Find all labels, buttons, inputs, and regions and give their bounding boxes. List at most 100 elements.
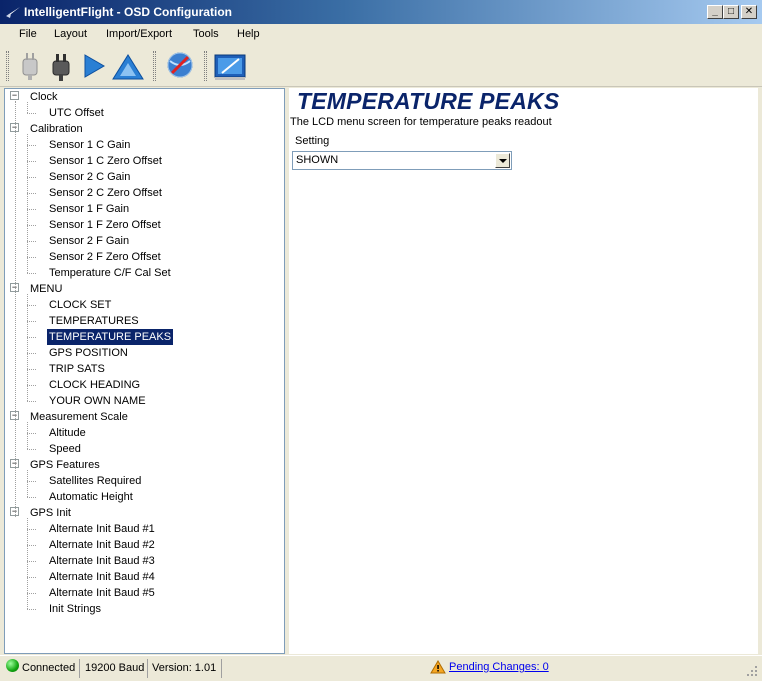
tree-connector bbox=[27, 102, 28, 113]
tree-connector bbox=[27, 422, 28, 449]
resize-grip-icon[interactable] bbox=[746, 665, 758, 677]
tree-connector bbox=[27, 225, 36, 226]
tree-item-label[interactable]: Alternate Init Baud #5 bbox=[47, 585, 157, 601]
tree-item-label[interactable]: YOUR OWN NAME bbox=[47, 393, 148, 409]
tree-item-label[interactable]: Sensor 1 F Zero Offset bbox=[47, 217, 163, 233]
tree-item-label[interactable]: Altitude bbox=[47, 425, 88, 441]
tree-connector bbox=[27, 529, 36, 530]
status-baud: 19200 Baud bbox=[85, 659, 148, 678]
menu-tools[interactable]: Tools bbox=[193, 28, 219, 40]
toolbar-grip-3[interactable] bbox=[204, 51, 207, 81]
tree-item-label[interactable]: CLOCK SET bbox=[47, 297, 113, 313]
tree-connector bbox=[27, 294, 28, 401]
tree-connector bbox=[27, 481, 36, 482]
tree-connector bbox=[27, 577, 36, 578]
tree-item-label[interactable]: Init Strings bbox=[47, 601, 103, 617]
maximize-button[interactable]: □ bbox=[723, 5, 739, 19]
tree-connector bbox=[27, 305, 36, 306]
page-title: TEMPERATURE PEAKS bbox=[297, 88, 560, 114]
tree-item-label[interactable]: Alternate Init Baud #1 bbox=[47, 521, 157, 537]
setting-select-value: SHOWN bbox=[296, 154, 339, 166]
tree-connector bbox=[27, 593, 36, 594]
tree-connector bbox=[27, 385, 36, 386]
tree-item-label[interactable]: Sensor 2 C Zero Offset bbox=[47, 185, 164, 201]
settings-tree[interactable]: − Clock UTC Offset − Calibration Sensor 1 C G… bbox=[4, 88, 285, 654]
tree-item-label[interactable]: Sensor 2 F Gain bbox=[47, 233, 131, 249]
tree-root-connector bbox=[15, 101, 16, 517]
status-bar: Connected 19200 Baud Version: 1.01 bbox=[0, 655, 762, 681]
collapse-icon[interactable]: − bbox=[10, 91, 19, 100]
tree-connector bbox=[27, 321, 36, 322]
tree-group-label[interactable]: Measurement Scale bbox=[28, 409, 130, 425]
tree-connector bbox=[27, 497, 36, 498]
tree-item-label[interactable]: Alternate Init Baud #4 bbox=[47, 569, 157, 585]
tree-connector bbox=[27, 433, 36, 434]
tree-group-label[interactable]: MENU bbox=[28, 281, 64, 297]
window-title: IntelligentFlight - OSD Configuration bbox=[24, 5, 232, 19]
tree-item-label[interactable]: GPS POSITION bbox=[47, 345, 130, 361]
display-pen-icon[interactable] bbox=[212, 49, 248, 83]
status-connection: Connected bbox=[22, 659, 80, 678]
tree-item-label[interactable]: CLOCK HEADING bbox=[47, 377, 142, 393]
globe-search-icon[interactable] bbox=[162, 49, 198, 83]
tree-connector bbox=[27, 369, 36, 370]
tree-connector bbox=[27, 273, 36, 274]
minimize-button[interactable]: _ bbox=[707, 5, 723, 19]
close-button[interactable]: ✕ bbox=[741, 5, 757, 19]
menu-layout[interactable]: Layout bbox=[54, 28, 87, 40]
tree-connector bbox=[27, 193, 36, 194]
tree-item-label[interactable]: Temperature C/F Cal Set bbox=[47, 265, 173, 281]
pending-changes-link[interactable]: Pending Changes: 0 bbox=[449, 661, 549, 673]
tree-item-label[interactable]: Satellites Required bbox=[47, 473, 143, 489]
tree-group-label[interactable]: GPS Features bbox=[28, 457, 102, 473]
tree-item-label[interactable]: Automatic Height bbox=[47, 489, 135, 505]
menu-help[interactable]: Help bbox=[237, 28, 260, 40]
tree-connector bbox=[27, 241, 36, 242]
tree-item-label[interactable]: Sensor 2 C Gain bbox=[47, 169, 132, 185]
status-version: Version: 1.01 bbox=[152, 659, 222, 678]
send-arrow-icon[interactable] bbox=[76, 49, 112, 83]
toolbar bbox=[0, 45, 762, 87]
tree-item-label[interactable]: Alternate Init Baud #3 bbox=[47, 553, 157, 569]
tree-group-label[interactable]: Calibration bbox=[28, 121, 85, 137]
tree-connector bbox=[27, 161, 36, 162]
tree-item-label[interactable]: Speed bbox=[47, 441, 83, 457]
disconnect-plug-icon[interactable] bbox=[12, 49, 48, 83]
tree-group-label[interactable]: GPS Init bbox=[28, 505, 73, 521]
tree-item-label[interactable]: Sensor 1 F Gain bbox=[47, 201, 131, 217]
chevron-down-icon[interactable] bbox=[495, 153, 510, 168]
tree-connector bbox=[27, 449, 36, 450]
setting-select[interactable]: SHOWN bbox=[292, 151, 512, 170]
menu-import-export[interactable]: Import/Export bbox=[106, 28, 172, 40]
tree-connector bbox=[27, 134, 28, 273]
app-plane-icon bbox=[6, 7, 20, 18]
tree-item-label[interactable]: Alternate Init Baud #2 bbox=[47, 537, 157, 553]
tree-item-label[interactable]: UTC Offset bbox=[47, 105, 106, 121]
menu-file[interactable]: File bbox=[19, 28, 37, 40]
toolbar-grip-2[interactable] bbox=[153, 51, 156, 81]
tree-connector bbox=[27, 113, 36, 114]
tree-item-label[interactable]: TRIP SATS bbox=[47, 361, 107, 377]
tree-connector bbox=[27, 337, 36, 338]
tree-connector bbox=[27, 353, 36, 354]
tree-item-label[interactable]: Sensor 1 C Gain bbox=[47, 137, 132, 153]
tree-connector bbox=[27, 609, 36, 610]
tree-connector bbox=[27, 561, 36, 562]
tree-item-label[interactable]: TEMPERATURES bbox=[47, 313, 141, 329]
tree-item-label[interactable]: Sensor 1 C Zero Offset bbox=[47, 153, 164, 169]
connect-plug-icon[interactable] bbox=[44, 49, 80, 83]
tree-connector bbox=[27, 145, 36, 146]
tree-item-label[interactable]: Sensor 2 F Zero Offset bbox=[47, 249, 163, 265]
tree-connector bbox=[27, 177, 36, 178]
connected-led-icon bbox=[6, 659, 19, 672]
tree-connector bbox=[27, 257, 36, 258]
tree-connector bbox=[27, 470, 28, 497]
content-panel: TEMPERATURE PEAKS The LCD menu screen fo… bbox=[289, 88, 758, 654]
setting-label: Setting bbox=[295, 135, 330, 147]
tree-group-label[interactable]: Clock bbox=[28, 89, 60, 105]
toolbar-grip[interactable] bbox=[6, 51, 9, 81]
tree-item-selected-label[interactable]: TEMPERATURE PEAKS bbox=[47, 329, 174, 345]
tree-connector bbox=[27, 401, 36, 402]
title-bar: IntelligentFlight - OSD Configuration _ … bbox=[0, 0, 762, 24]
upload-triangle-icon[interactable] bbox=[110, 49, 146, 83]
